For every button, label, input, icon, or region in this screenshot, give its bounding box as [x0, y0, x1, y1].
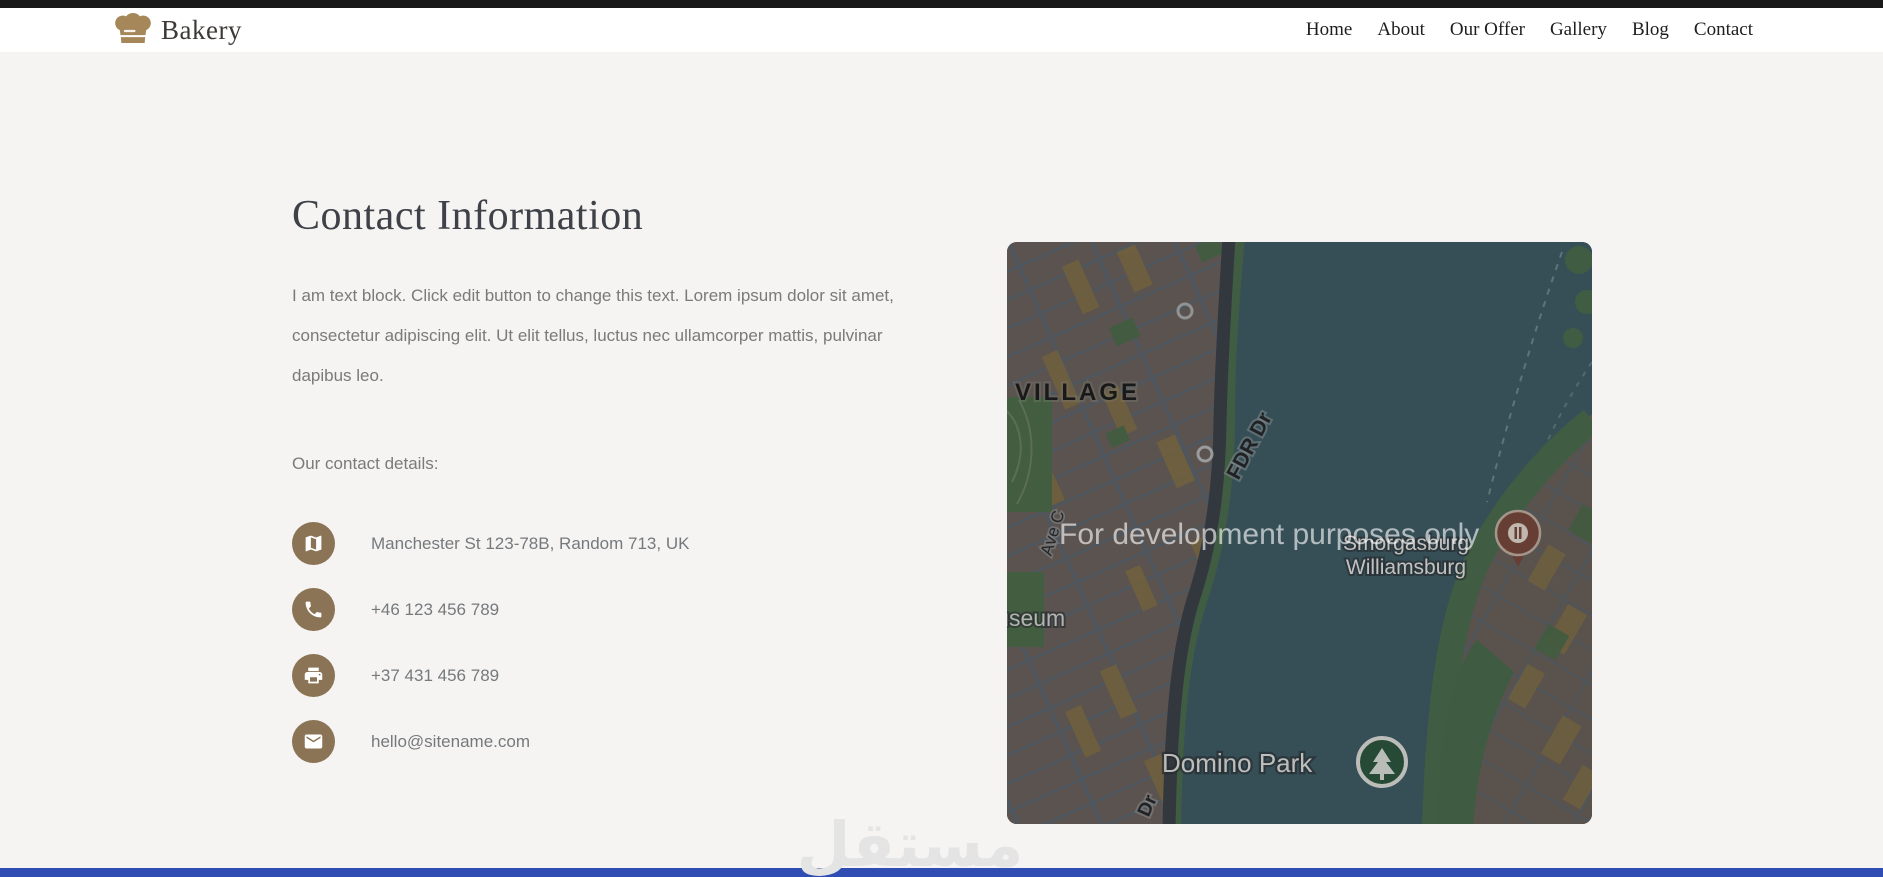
top-accent-bar [0, 0, 1883, 8]
chef-hat-icon [113, 12, 153, 49]
logo-text: Bakery [161, 14, 242, 45]
main-nav: Home About Our Offer Gallery Blog Contac… [1306, 19, 1753, 41]
intro-text: I am text block. Click edit button to ch… [292, 286, 894, 385]
phone-text: +46 123 456 789 [371, 599, 500, 619]
page: Bakery Home About Our Offer Gallery Blog… [0, 0, 1883, 877]
email-icon [292, 720, 335, 763]
contact-row-phone: +46 123 456 789 [292, 588, 942, 631]
contact-info-column: Contact Information I am text block. Cli… [292, 192, 942, 763]
address-text: Manchester St 123-78B, Random 713, UK [371, 533, 690, 553]
contact-details-label: Our contact details: [292, 454, 439, 473]
nav-contact[interactable]: Contact [1694, 19, 1753, 41]
email-text: hello@sitename.com [371, 731, 530, 751]
phone-icon [292, 588, 335, 631]
map-icon [292, 522, 335, 565]
site-logo[interactable]: Bakery [113, 12, 242, 49]
nav-gallery[interactable]: Gallery [1550, 19, 1607, 41]
contact-row-fax: +37 431 456 789 [292, 654, 942, 697]
map-dev-watermark: For development purposes only [1059, 518, 1479, 551]
contact-row-address: Manchester St 123-78B, Random 713, UK [292, 522, 942, 565]
nav-blog[interactable]: Blog [1632, 19, 1669, 41]
nav-our-offer[interactable]: Our Offer [1450, 19, 1525, 41]
nav-about[interactable]: About [1377, 19, 1425, 41]
site-header: Bakery Home About Our Offer Gallery Blog… [0, 8, 1883, 53]
page-title: Contact Information [292, 193, 644, 239]
contact-detail-list: Manchester St 123-78B, Random 713, UK +4… [292, 522, 942, 763]
fax-text: +37 431 456 789 [371, 665, 500, 685]
fax-icon [292, 654, 335, 697]
contact-row-email: hello@sitename.com [292, 720, 942, 763]
google-map-embed[interactable]: VILLAGE FDR Dr Dr Ave C Museum Smorgasbu… [1007, 242, 1592, 824]
nav-home[interactable]: Home [1306, 19, 1352, 41]
content-area: Contact Information I am text block. Cli… [0, 53, 1883, 877]
